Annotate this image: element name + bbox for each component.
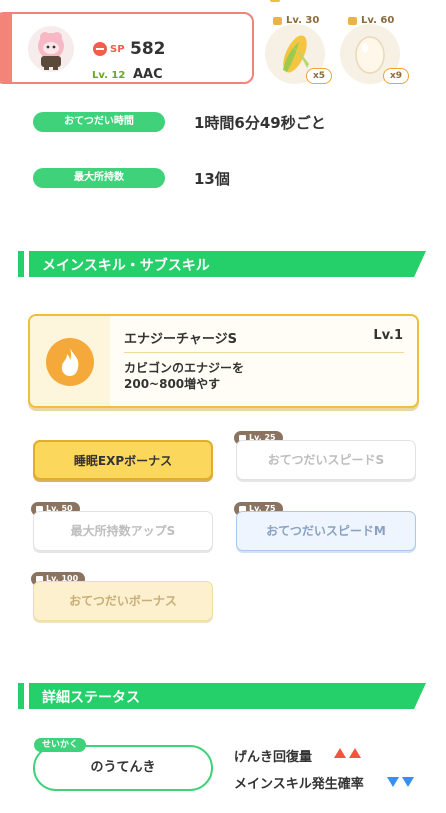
item-count: x9 — [383, 68, 410, 84]
main-skill-name: エナジーチャージS — [124, 332, 237, 347]
flame-icon — [46, 338, 94, 386]
sub-skill-button[interactable]: おてつだいボーナス — [33, 581, 213, 621]
sp-label: SP — [110, 44, 125, 55]
main-skill-level: Lv.1 — [373, 328, 403, 343]
item-count: x5 — [306, 68, 333, 84]
sub-skill-button[interactable]: おてつだいスピードS — [236, 440, 416, 480]
sub-skill-button[interactable]: おてつだいスピードM — [236, 511, 416, 551]
section-header-details: 詳細ステータス — [18, 683, 426, 709]
pokemon-level: Lv. 12 — [92, 70, 126, 81]
pokemon-sprite-icon — [38, 32, 64, 70]
description-line: カビゴンのエナジーを — [124, 361, 245, 375]
section-title: 詳細ステータス — [42, 690, 140, 706]
main-skill-description: カビゴンのエナジーを 200~800増やす — [124, 360, 244, 392]
section-title: メインスキル・サブスキル — [42, 258, 210, 274]
nature-tag: せいかく — [34, 738, 87, 752]
section-header-skills: メインスキル・サブスキル — [18, 251, 426, 277]
section-bar — [18, 251, 24, 277]
pokeball-icon — [93, 42, 107, 56]
max-carry-value: 13個 — [194, 170, 230, 188]
arrow-down-icon — [402, 777, 414, 787]
section-bar — [18, 683, 24, 709]
help-time-value: 1時間6分49秒ごと — [194, 114, 326, 132]
description-line: 200~800増やす — [124, 377, 221, 391]
nature-down-stat: メインスキル発生確率 — [234, 777, 364, 792]
pokemon-avatar — [28, 26, 74, 72]
pokemon-name: AAC — [133, 67, 163, 82]
sp-value: 582 — [130, 39, 166, 59]
top-indicator — [270, 0, 280, 2]
info-label-pill: 最大所持数 — [33, 168, 165, 188]
arrow-down-icon — [387, 777, 399, 787]
divider — [124, 352, 404, 353]
nature-up-stat: げんき回復量 — [234, 750, 313, 765]
pokemon-card[interactable]: SP 582 Lv. 12 AAC — [0, 12, 254, 84]
info-label-pill: おてつだい時間 — [33, 112, 165, 132]
sub-skill-button[interactable]: 睡眠EXPボーナス — [33, 440, 213, 480]
main-skill-card[interactable]: エナジーチャージS Lv.1 カビゴンのエナジーを 200~800増やす — [28, 314, 419, 408]
arrow-up-icon — [334, 748, 346, 758]
arrow-up-icon — [349, 748, 361, 758]
card-accent-stripe — [0, 14, 12, 82]
sub-skill-button[interactable]: 最大所持数アップS — [33, 511, 213, 551]
